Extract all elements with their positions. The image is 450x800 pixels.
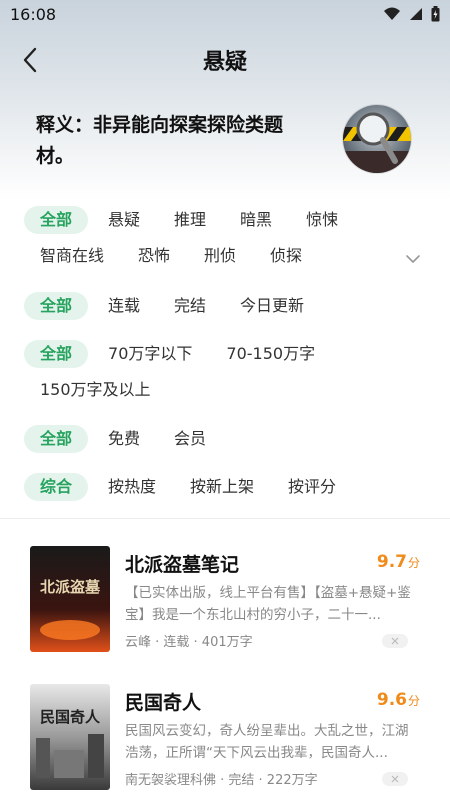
book-score-value: 9.7: [376, 552, 407, 572]
book-item[interactable]: 民国奇人 民国奇人 9.6分 民国风云变幻，奇人纷呈辈出。大乱之世，江湖浩荡，正…: [30, 684, 430, 800]
filter-length-all[interactable]: 全部: [24, 340, 89, 368]
dismiss-button[interactable]: [382, 772, 408, 786]
book-score-value: 9.6: [376, 690, 407, 710]
filter-option[interactable]: 连载: [108, 292, 140, 320]
filter-length-row-2: 150万字及以上: [40, 376, 151, 404]
filter-option[interactable]: 刑侦: [204, 242, 236, 270]
filter-length-row-1: 全部 70万字以下 70-150万字: [24, 340, 315, 368]
chevron-down-icon[interactable]: [404, 250, 422, 268]
book-title: 民国奇人: [125, 692, 202, 714]
filter-option[interactable]: 150万字及以上: [40, 376, 151, 404]
divider: [0, 518, 450, 519]
book-score-unit: 分: [407, 694, 420, 708]
filter-option[interactable]: 免费: [108, 425, 140, 453]
filter-status-all[interactable]: 全部: [24, 292, 89, 320]
nav-bar: 悬疑: [0, 36, 450, 84]
filter-option[interactable]: 恐怖: [138, 242, 170, 270]
category-avatar: [343, 105, 411, 173]
signal-icon: [410, 8, 422, 20]
filter-price-row: 全部 免费 会员: [24, 425, 206, 453]
book-cover: 北派盗墓: [30, 546, 110, 652]
wifi-icon: [384, 7, 400, 20]
sort-option[interactable]: 按新上架: [190, 473, 254, 501]
filter-sort-row: 综合 按热度 按新上架 按评分: [24, 473, 336, 501]
book-score: 9.6分: [377, 690, 420, 710]
magnifier-icon: [343, 112, 411, 173]
filter-status-row: 全部 连载 完结 今日更新: [24, 292, 304, 320]
battery-icon: [431, 6, 440, 22]
filter-option[interactable]: 暗黑: [240, 206, 272, 234]
book-cover-title: 北派盗墓: [40, 578, 101, 596]
status-icons: [383, 6, 440, 22]
book-cover-art: 民国奇人: [30, 684, 110, 790]
book-score: 9.7分: [377, 552, 420, 572]
filter-option[interactable]: 会员: [174, 425, 206, 453]
filter-option[interactable]: 推理: [174, 206, 206, 234]
sort-option[interactable]: 按评分: [288, 473, 336, 501]
book-intro: 民国风云变幻，奇人纷呈辈出。大乱之世，江湖浩荡，正所谓“天下风云出我辈，民国奇人…: [125, 723, 409, 761]
dismiss-button[interactable]: [382, 634, 408, 648]
filter-category-row-2: 智商在线 恐怖 刑侦 侦探: [40, 242, 302, 270]
filter-option[interactable]: 70-150万字: [226, 340, 315, 368]
filter-option[interactable]: 今日更新: [240, 292, 304, 320]
sort-default[interactable]: 综合: [24, 473, 89, 501]
status-bar: 16:08: [0, 0, 450, 28]
filter-option[interactable]: 完结: [174, 292, 206, 320]
page-title: 悬疑: [202, 50, 247, 75]
filter-option[interactable]: 智商在线: [40, 242, 104, 270]
filter-category-all[interactable]: 全部: [24, 206, 89, 234]
book-meta: 南无袈裟理科佛 · 完结 · 222万字: [125, 773, 318, 788]
book-cover: 民国奇人: [30, 684, 110, 790]
filter-category-row-1: 全部 悬疑 推理 暗黑 惊悚: [24, 206, 338, 234]
book-cover-art: 北派盗墓: [30, 546, 110, 652]
book-intro: 【已实体出版，线上平台有售】【盗墓+悬疑+鉴宝】我是一个东北山村的穷小子，二十一…: [125, 585, 411, 623]
filter-option[interactable]: 惊悚: [306, 206, 338, 234]
filter-option[interactable]: 悬疑: [108, 206, 140, 234]
book-score-unit: 分: [407, 556, 420, 570]
category-description: 释义：非异能向探案探险类题材。: [36, 114, 284, 167]
close-icon: [391, 637, 399, 645]
filter-option[interactable]: 侦探: [270, 242, 302, 270]
filter-option[interactable]: 70万字以下: [108, 340, 192, 368]
book-meta: 云峰 · 连载 · 401万字: [125, 635, 253, 650]
filter-price-all[interactable]: 全部: [24, 425, 89, 453]
close-icon: [391, 775, 399, 783]
sort-option[interactable]: 按热度: [108, 473, 156, 501]
book-title: 北派盗墓笔记: [125, 554, 240, 576]
status-time: 16:08: [10, 4, 57, 24]
book-cover-title: 民国奇人: [40, 708, 101, 726]
book-item[interactable]: 北派盗墓 北派盗墓笔记 9.7分 【已实体出版，线上平台有售】【盗墓+悬疑+鉴宝…: [30, 546, 430, 666]
